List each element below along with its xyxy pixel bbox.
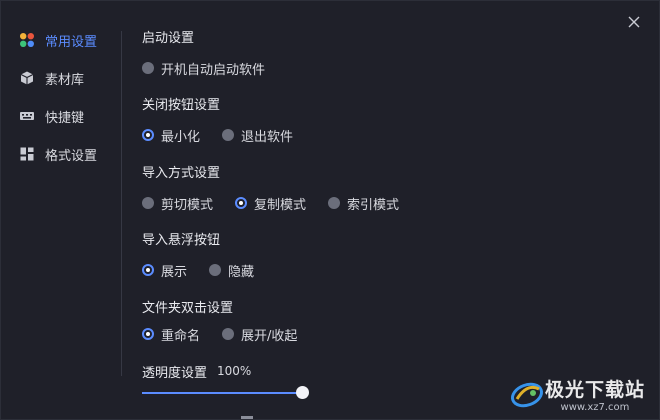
sidebar-item-label: 常用设置 <box>45 34 98 50</box>
app-grid-color-icon <box>19 32 35 48</box>
option-label: 最小化 <box>161 129 201 145</box>
watermark-url: www.xz7.com <box>560 402 630 413</box>
radio-unchecked[interactable] <box>142 62 154 74</box>
option-label: 剪切模式 <box>161 197 214 213</box>
option-label: 隐藏 <box>228 264 255 280</box>
radio-unchecked[interactable] <box>222 328 235 340</box>
aurora-logo-icon <box>510 382 543 408</box>
startup-group: 启动设置 开机自动启动软件 <box>142 29 642 79</box>
copy-mode-option[interactable]: 复制模式 <box>235 194 306 213</box>
autostart-option[interactable]: 开机自动启动软件 <box>142 59 265 78</box>
option-label: 重命名 <box>161 328 201 344</box>
exit-option[interactable]: 退出软件 <box>222 126 293 145</box>
opacity-title: 透明度设置 <box>142 365 208 381</box>
sidebar-item-library[interactable]: 素材库 <box>1 65 121 91</box>
index-mode-option[interactable]: 索引模式 <box>328 194 399 213</box>
sidebar: 常用设置 素材库 快捷键 格式设置 <box>1 27 121 179</box>
group-title: 导入悬浮按钮 <box>142 233 221 248</box>
watermark: 极光下载站 www.xz7.com <box>509 375 645 413</box>
opacity-slider[interactable] <box>142 386 309 400</box>
import-mode-group: 导入方式设置 剪切模式 复制模式 索引模式 <box>142 164 642 214</box>
sidebar-item-label: 格式设置 <box>45 148 98 164</box>
group-title: 启动设置 <box>142 31 195 46</box>
float-button-group: 导入悬浮按钮 展示 隐藏 <box>142 231 642 281</box>
scroll-indicator <box>241 416 253 419</box>
sidebar-item-label: 素材库 <box>45 72 85 88</box>
group-title: 关闭按钮设置 <box>142 98 221 113</box>
sidebar-item-label: 快捷键 <box>45 110 85 126</box>
option-label: 退出软件 <box>241 129 294 145</box>
radio-unchecked[interactable] <box>209 264 222 276</box>
sidebar-item-shortcuts[interactable]: 快捷键 <box>1 103 121 129</box>
slider-fill <box>142 392 302 394</box>
close-button-group: 关闭按钮设置 最小化 退出软件 <box>142 96 642 146</box>
slider-thumb[interactable] <box>296 386 309 399</box>
radio-unchecked[interactable] <box>328 197 341 209</box>
option-label: 索引模式 <box>347 197 400 213</box>
show-option[interactable]: 展示 <box>142 261 187 280</box>
radio-unchecked[interactable] <box>222 129 235 141</box>
tiles-icon <box>19 146 35 162</box>
option-label: 展开/收起 <box>241 328 298 344</box>
option-label: 开机自动启动软件 <box>161 62 266 78</box>
option-label: 复制模式 <box>254 197 307 213</box>
sidebar-item-general[interactable]: 常用设置 <box>1 27 121 53</box>
opacity-value: 100% <box>217 364 252 378</box>
settings-window: 常用设置 素材库 快捷键 格式设置 启动设置 开机自动启动软件 关闭按钮设置 最… <box>0 0 660 420</box>
sidebar-divider <box>121 31 122 376</box>
watermark-title: 极光下载站 <box>544 379 645 401</box>
sidebar-item-format[interactable]: 格式设置 <box>1 141 121 167</box>
cut-mode-option[interactable]: 剪切模式 <box>142 194 213 213</box>
radio-checked[interactable] <box>142 328 154 340</box>
expand-collapse-option[interactable]: 展开/收起 <box>222 325 297 344</box>
keyboard-icon <box>19 108 35 124</box>
group-title: 文件夹双击设置 <box>142 301 234 316</box>
rename-option[interactable]: 重命名 <box>142 325 200 344</box>
cube-icon <box>19 70 35 86</box>
radio-unchecked[interactable] <box>142 197 154 209</box>
radio-checked[interactable] <box>142 129 154 141</box>
option-label: 展示 <box>161 264 188 280</box>
radio-checked[interactable] <box>235 197 248 209</box>
radio-checked[interactable] <box>142 264 154 276</box>
minimize-option[interactable]: 最小化 <box>142 126 200 145</box>
hide-option[interactable]: 隐藏 <box>209 261 254 280</box>
group-title: 导入方式设置 <box>142 166 221 181</box>
settings-panel: 启动设置 开机自动启动软件 关闭按钮设置 最小化 退出软件 导入方式设置 剪切模… <box>142 29 642 400</box>
folder-dblclick-group: 文件夹双击设置 重命名 展开/收起 <box>142 299 642 345</box>
